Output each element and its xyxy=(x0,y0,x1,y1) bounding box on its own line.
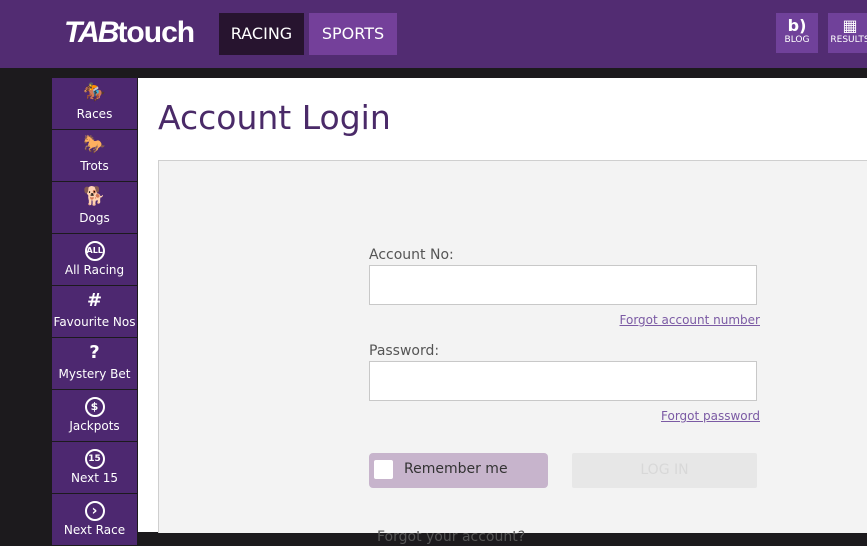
password-input[interactable] xyxy=(370,362,760,402)
sidebar-item-races[interactable]: 🏇 Races xyxy=(52,78,137,129)
sidebar-item-next-race[interactable]: › Next Race xyxy=(52,494,137,545)
login-panel: Account No: Forgot account number Passwo… xyxy=(158,160,867,545)
blog-button[interactable]: b) BLOG xyxy=(776,13,818,53)
sidebar-item-trots[interactable]: 🐎 Trots xyxy=(52,130,137,181)
harness-racing-icon: 🐎 xyxy=(83,134,106,155)
checkered-flag-icon: ▦ xyxy=(842,16,858,35)
forgot-account-link[interactable]: Forgot your account? xyxy=(377,529,525,545)
remember-me-toggle[interactable]: Remember me xyxy=(369,453,548,488)
account-no-input[interactable] xyxy=(370,266,760,306)
chevron-right-circle-icon: › xyxy=(84,501,105,521)
sidebar-item-jackpots[interactable]: $ Jackpots xyxy=(52,390,137,441)
horse-racing-icon: 🏇 xyxy=(83,82,106,103)
password-field[interactable] xyxy=(369,361,760,402)
top-header: TABtouch RACING SPORTS b) BLOG ▦ RESULTS xyxy=(0,0,867,68)
question-icon: ? xyxy=(89,342,100,363)
password-label: Password: xyxy=(369,343,440,359)
sidebar-item-mystery-bet[interactable]: ? Mystery Bet xyxy=(52,338,137,389)
sidebar-item-dogs[interactable]: 🐕 Dogs xyxy=(52,182,137,233)
all-circle-icon: ALL xyxy=(84,241,105,261)
dollar-circle-icon: $ xyxy=(84,397,105,417)
nav-tab-sports[interactable]: SPORTS xyxy=(309,13,397,55)
sidebar: 🏇 Races 🐎 Trots 🐕 Dogs ALL All Racing # … xyxy=(52,78,137,546)
login-button[interactable]: LOG IN xyxy=(572,453,757,488)
main-content: Account Login Account No: Forgot account… xyxy=(138,78,867,545)
greyhound-icon: 🐕 xyxy=(83,186,106,207)
fifteen-circle-icon: 15 xyxy=(84,449,105,469)
nav-tab-racing[interactable]: RACING xyxy=(219,13,304,55)
remember-me-checkbox[interactable] xyxy=(374,460,393,479)
account-no-label: Account No: xyxy=(369,247,454,263)
forgot-account-number-link[interactable]: Forgot account number xyxy=(620,313,760,327)
forgot-password-link[interactable]: Forgot password xyxy=(661,409,760,423)
blog-icon: b) xyxy=(787,16,807,35)
account-no-field[interactable] xyxy=(369,265,760,306)
sidebar-item-all-racing[interactable]: ALL All Racing xyxy=(52,234,137,285)
sidebar-item-next-15[interactable]: 15 Next 15 xyxy=(52,442,137,493)
tabtouch-logo[interactable]: TABtouch xyxy=(64,15,195,51)
results-button[interactable]: ▦ RESULTS xyxy=(828,13,867,53)
hash-icon: # xyxy=(86,290,103,311)
page-title: Account Login xyxy=(158,98,391,137)
sidebar-item-favourite-nos[interactable]: # Favourite Nos xyxy=(52,286,137,337)
